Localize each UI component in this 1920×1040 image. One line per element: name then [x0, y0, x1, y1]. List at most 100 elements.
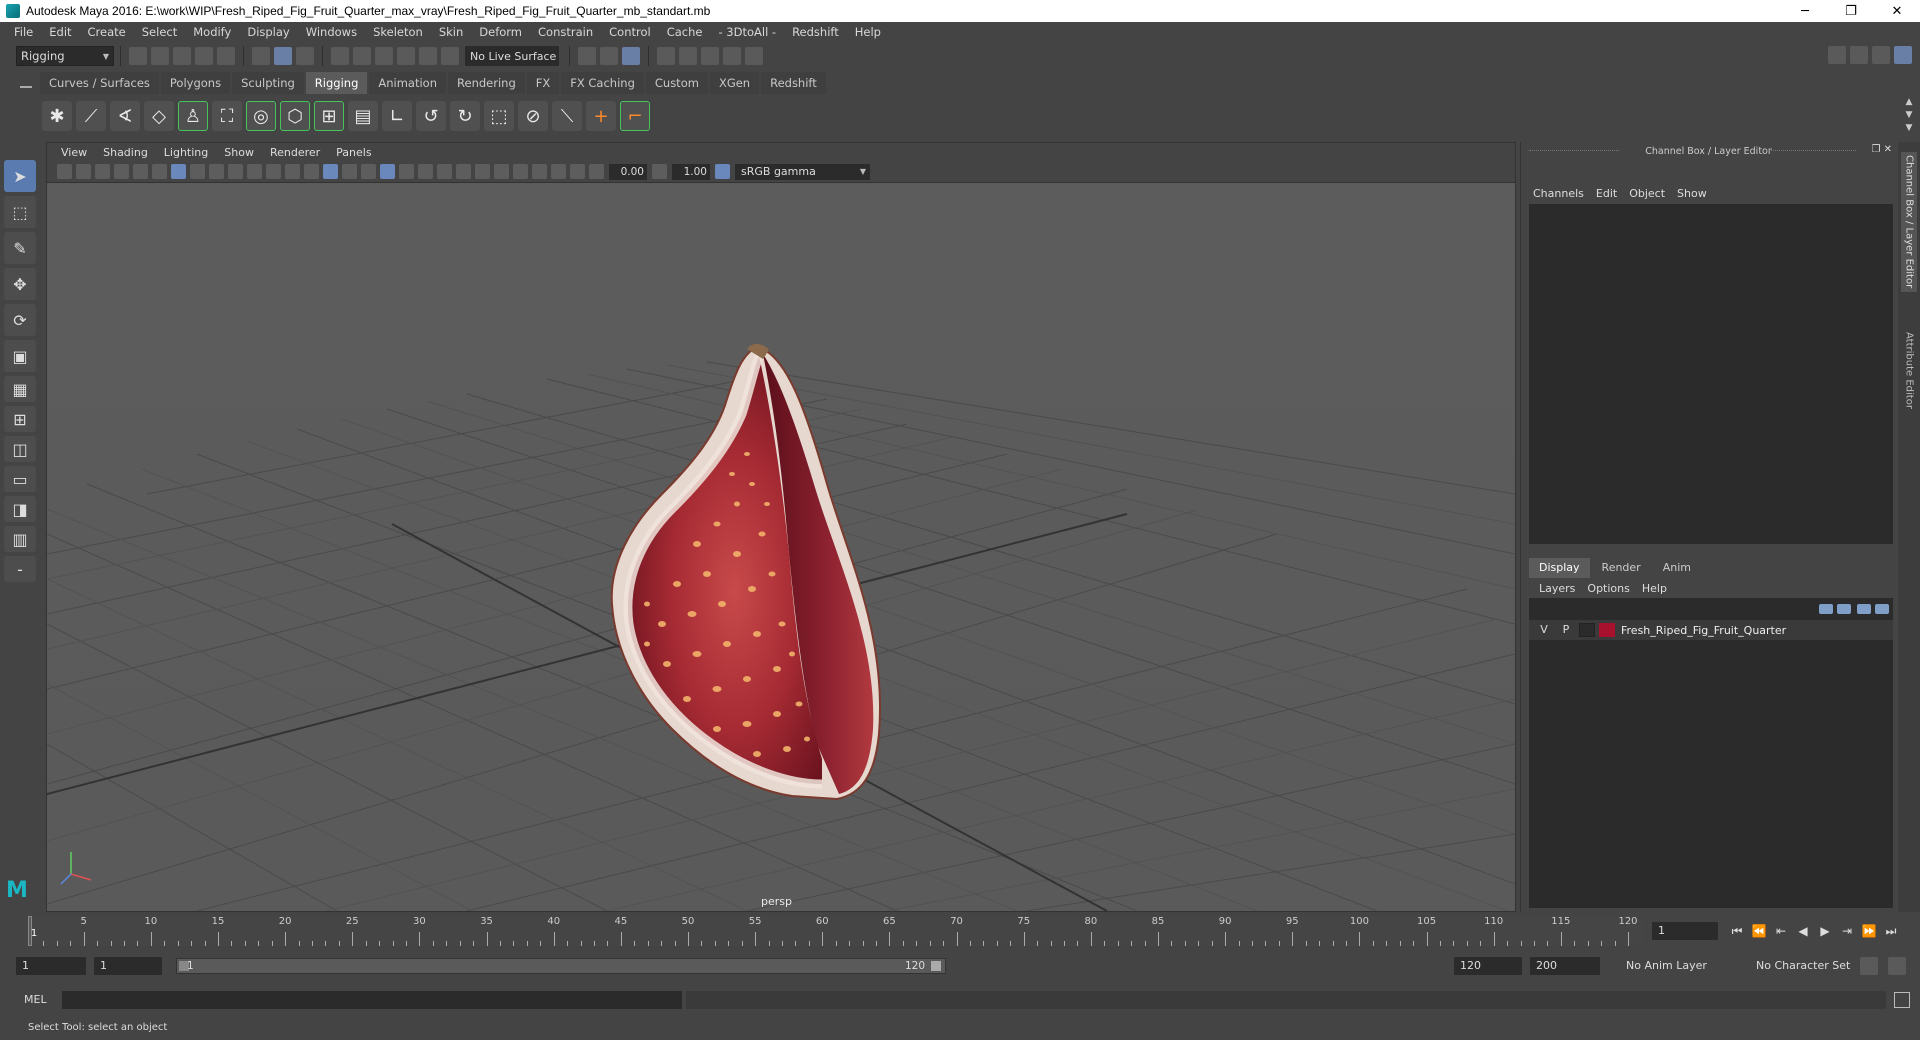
shelf-scroll-arrows[interactable]: ▲ ▼ ▼	[1902, 96, 1916, 136]
step-back-key-icon[interactable]: ⇤	[1770, 922, 1792, 940]
bookmark-icon[interactable]	[95, 164, 110, 179]
viewport-scene[interactable]	[47, 184, 1515, 911]
menu-display[interactable]: Display	[239, 25, 297, 39]
gamma-icon[interactable]	[652, 164, 667, 179]
shelf-tab-xgen[interactable]: XGen	[709, 72, 760, 94]
save-scene-icon[interactable]	[173, 47, 191, 65]
playback-end-field[interactable]: 120	[1454, 957, 1522, 975]
use-all-lights-icon[interactable]	[399, 164, 414, 179]
layer-display-type-toggle[interactable]	[1579, 623, 1595, 637]
anim-layer-dropdown[interactable]: No Anim Layer	[1620, 957, 1742, 975]
viewport-menu-renderer[interactable]: Renderer	[262, 146, 328, 159]
two-d-pan-zoom-icon[interactable]	[133, 164, 148, 179]
menu-skeleton[interactable]: Skeleton	[365, 25, 431, 39]
construction-history-icon[interactable]	[600, 47, 618, 65]
menu-3dtoall[interactable]: - 3DtoAll -	[710, 25, 784, 39]
lattice-icon[interactable]: ⬡	[280, 101, 310, 131]
layer-playback-toggle[interactable]: P	[1557, 622, 1575, 638]
current-time-indicator[interactable]	[28, 916, 32, 946]
input-output-icon[interactable]	[578, 47, 596, 65]
camera-attributes-icon[interactable]	[76, 164, 91, 179]
viewport-menu-show[interactable]: Show	[216, 146, 262, 159]
menu-skin[interactable]: Skin	[431, 25, 471, 39]
restore-button[interactable]: ❐	[1828, 0, 1874, 22]
layer-row[interactable]: V P Fresh_Riped_Fig_Fruit_Quarter	[1529, 620, 1893, 640]
image-plane-icon[interactable]	[114, 164, 129, 179]
xray-joints-icon[interactable]	[570, 164, 585, 179]
render-current-frame-icon[interactable]	[657, 47, 675, 65]
animation-start-field[interactable]: 1	[16, 957, 86, 975]
lasso-tool-icon[interactable]: ⬚	[4, 196, 36, 228]
channel-box-menu-object[interactable]: Object	[1625, 187, 1673, 200]
menu-file[interactable]: File	[6, 25, 41, 39]
shelf-tab-sculpting[interactable]: Sculpting	[232, 72, 304, 94]
menu-select[interactable]: Select	[134, 25, 185, 39]
xray-active-icon[interactable]	[551, 164, 566, 179]
multisample-aa-icon[interactable]	[475, 164, 490, 179]
ipr-render-icon[interactable]	[679, 47, 697, 65]
render-view-icon[interactable]	[622, 47, 640, 65]
layer-menu-options[interactable]: Options	[1583, 582, 1637, 595]
humanik-icon[interactable]: ♙	[178, 101, 208, 131]
undo-icon[interactable]	[195, 47, 213, 65]
channel-box-toggle-icon[interactable]	[1894, 46, 1912, 64]
shadows-icon[interactable]	[418, 164, 433, 179]
step-forward-frame-icon[interactable]: ⏩	[1858, 922, 1880, 940]
film-gate-icon[interactable]	[190, 164, 205, 179]
aim-constraint-icon[interactable]: ↺	[416, 101, 446, 131]
redshift-icon[interactable]	[745, 47, 763, 65]
script-editor-icon[interactable]	[1894, 992, 1910, 1008]
menu-create[interactable]: Create	[80, 25, 134, 39]
current-frame-field[interactable]: 1	[1652, 922, 1718, 940]
new-layer-icon[interactable]	[1857, 604, 1871, 614]
insert-joint-icon[interactable]: ⟋	[76, 101, 106, 131]
layer-visibility-toggle[interactable]: V	[1535, 622, 1553, 638]
tool-settings-toggle-icon[interactable]	[1872, 46, 1890, 64]
shelf-menu[interactable]	[18, 78, 34, 128]
default-lighting-icon[interactable]	[342, 164, 357, 179]
play-backwards-icon[interactable]: ◀	[1792, 922, 1814, 940]
menu-modify[interactable]: Modify	[185, 25, 239, 39]
persp-uv-layout-icon[interactable]: ▥	[4, 526, 36, 552]
layer-menu-layers[interactable]: Layers	[1535, 582, 1583, 595]
layer-tab-render[interactable]: Render	[1591, 558, 1651, 578]
set-driven-key-icon[interactable]: ⌐	[620, 101, 650, 131]
shelf-tab-animation[interactable]: Animation	[369, 72, 447, 94]
select-by-object-icon[interactable]	[274, 47, 292, 65]
shelf-tab-custom[interactable]: Custom	[645, 72, 708, 94]
safe-title-icon[interactable]	[285, 164, 300, 179]
layer-tab-display[interactable]: Display	[1529, 558, 1590, 578]
textured-icon[interactable]	[380, 164, 395, 179]
select-by-hierarchy-icon[interactable]	[252, 47, 270, 65]
smooth-shade-icon[interactable]	[323, 164, 338, 179]
render-settings-icon[interactable]	[701, 47, 719, 65]
grease-pencil-icon[interactable]	[152, 164, 167, 179]
panel-float-close-icons[interactable]: ❐ ✕	[1871, 144, 1892, 155]
wireframe-icon[interactable]	[304, 164, 319, 179]
modeling-toolkit-icon[interactable]	[1828, 46, 1846, 64]
hypershade-icon[interactable]	[723, 47, 741, 65]
viewport-menu-lighting[interactable]: Lighting	[156, 146, 216, 159]
safe-action-icon[interactable]	[266, 164, 281, 179]
script-language-label[interactable]: MEL	[24, 993, 47, 1006]
animation-end-field[interactable]: 200	[1530, 957, 1600, 975]
channel-box-menu-edit[interactable]: Edit	[1592, 187, 1625, 200]
range-slider[interactable]: 1 120	[176, 958, 946, 974]
single-perspective-layout-icon[interactable]: ▦	[4, 376, 36, 402]
gamma-field[interactable]: 1.00	[672, 163, 710, 180]
isolate-select-icon[interactable]	[513, 164, 528, 179]
ik-handle-icon[interactable]: ∢	[110, 101, 140, 131]
paint-select-tool-icon[interactable]: ✎	[4, 232, 36, 264]
side-tab-channel-box[interactable]: Channel Box / Layer Editor	[1901, 152, 1917, 292]
new-scene-icon[interactable]	[129, 47, 147, 65]
shelf-tab-fx[interactable]: FX	[526, 72, 560, 94]
layer-color-swatch[interactable]	[1599, 623, 1615, 637]
channel-box-area[interactable]	[1529, 204, 1893, 544]
snap-grid-icon[interactable]	[331, 47, 349, 65]
select-tool-icon[interactable]: ➤	[4, 160, 36, 192]
menu-cache[interactable]: Cache	[659, 25, 711, 39]
create-joints-icon[interactable]: ✱	[42, 101, 72, 131]
depth-of-field-icon[interactable]	[494, 164, 509, 179]
orient-constraint-icon[interactable]: ↻	[450, 101, 480, 131]
cluster-icon[interactable]: ⊞	[314, 101, 344, 131]
